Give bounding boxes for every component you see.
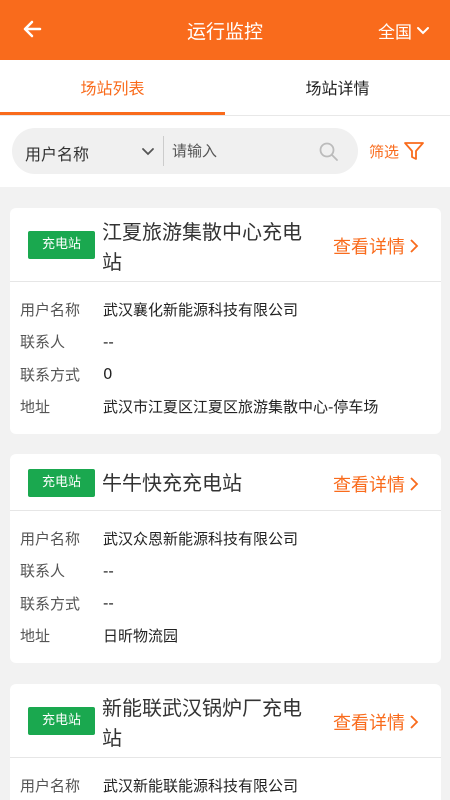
view-detail-link[interactable]: 查看详情 <box>333 709 419 735</box>
user-label: 用户名称 <box>20 529 81 548</box>
station-name: 江夏旅游集散中心充电站 <box>102 220 302 274</box>
user-value: 武汉新能联能源科技有限公司 <box>103 776 299 795</box>
region-label: 全国 <box>378 23 412 43</box>
info-row-contact: 联系人 -- <box>10 326 441 359</box>
tab-station-detail[interactable]: 场站详情 <box>225 60 450 115</box>
address-label: 地址 <box>20 398 51 417</box>
filter-icon <box>404 142 424 160</box>
region-selector[interactable]: 全国 <box>378 18 430 43</box>
contact-value: -- <box>103 561 114 580</box>
contact-label: 联系人 <box>20 562 66 581</box>
station-name: 新能联武汉锅炉厂充电站 <box>102 696 302 750</box>
search-input[interactable] <box>172 137 312 165</box>
search-type-dropdown[interactable]: 用户名称 <box>25 141 89 165</box>
station-type-badge: 充电站 <box>28 469 95 497</box>
app-header: 运行监控 全国 <box>0 0 450 60</box>
search-bar: 用户名称 筛选 <box>0 115 450 187</box>
view-detail-link[interactable]: 查看详情 <box>333 233 419 259</box>
tab-station-list[interactable]: 场站列表 <box>0 60 225 115</box>
address-label: 地址 <box>20 627 51 646</box>
address-value: 日昕物流园 <box>103 627 179 646</box>
station-card: 充电站 牛牛快充充电站 查看详情 用户名称 武汉众恩新能源科技有限公司 联系人 --… <box>10 454 441 663</box>
phone-value: -- <box>103 594 114 613</box>
user-value: 武汉襄化新能源科技有限公司 <box>103 300 299 319</box>
chevron-down-icon <box>142 148 154 156</box>
phone-label: 联系方式 <box>20 365 81 384</box>
search-divider <box>163 136 164 166</box>
station-name: 牛牛快充充电站 <box>102 471 242 495</box>
station-card: 充电站 江夏旅游集散中心充电站 查看详情 用户名称 武汉襄化新能源科技有限公司 联… <box>10 208 441 434</box>
contact-value: -- <box>103 332 114 351</box>
info-row-address: 地址 日昕物流园 <box>10 620 441 653</box>
info-row-address: 地址 武汉市江夏区江夏区旅游集散中心-停车场 <box>10 391 441 424</box>
chevron-right-icon <box>410 715 419 729</box>
search-box: 用户名称 <box>12 128 358 174</box>
phone-value: 0 <box>103 365 113 384</box>
view-detail-label: 查看详情 <box>333 475 405 496</box>
search-icon[interactable] <box>318 141 340 163</box>
info-row-user: 用户名称 武汉众恩新能源科技有限公司 <box>10 522 441 555</box>
station-card: 充电站 新能联武汉锅炉厂充电站 查看详情 用户名称 武汉新能联能源科技有限公司 <box>10 684 441 800</box>
user-label: 用户名称 <box>20 776 81 795</box>
info-row-user: 用户名称 武汉新能联能源科技有限公司 <box>10 769 441 800</box>
info-row-contact: 联系人 -- <box>10 555 441 588</box>
address-value: 武汉市江夏区江夏区旅游集散中心-停车场 <box>103 398 379 417</box>
tab-bar: 场站列表 场站详情 <box>0 60 450 115</box>
contact-label: 联系人 <box>20 333 66 352</box>
filter-label: 筛选 <box>369 142 400 161</box>
phone-label: 联系方式 <box>20 594 81 613</box>
search-type-label: 用户名称 <box>25 145 90 164</box>
chevron-right-icon <box>410 477 419 491</box>
chevron-right-icon <box>410 239 419 253</box>
info-row-phone: 联系方式 -- <box>10 587 441 620</box>
user-value: 武汉众恩新能源科技有限公司 <box>103 529 299 548</box>
info-row-phone: 联系方式 0 <box>10 358 441 391</box>
user-label: 用户名称 <box>20 300 81 319</box>
filter-button[interactable]: 筛选 <box>369 140 425 162</box>
station-type-badge: 充电站 <box>28 231 95 259</box>
info-row-user: 用户名称 武汉襄化新能源科技有限公司 <box>10 293 441 326</box>
station-type-badge: 充电站 <box>28 707 95 735</box>
view-detail-label: 查看详情 <box>333 237 405 258</box>
view-detail-label: 查看详情 <box>333 713 405 734</box>
view-detail-link[interactable]: 查看详情 <box>333 471 419 497</box>
chevron-down-icon <box>417 26 429 34</box>
